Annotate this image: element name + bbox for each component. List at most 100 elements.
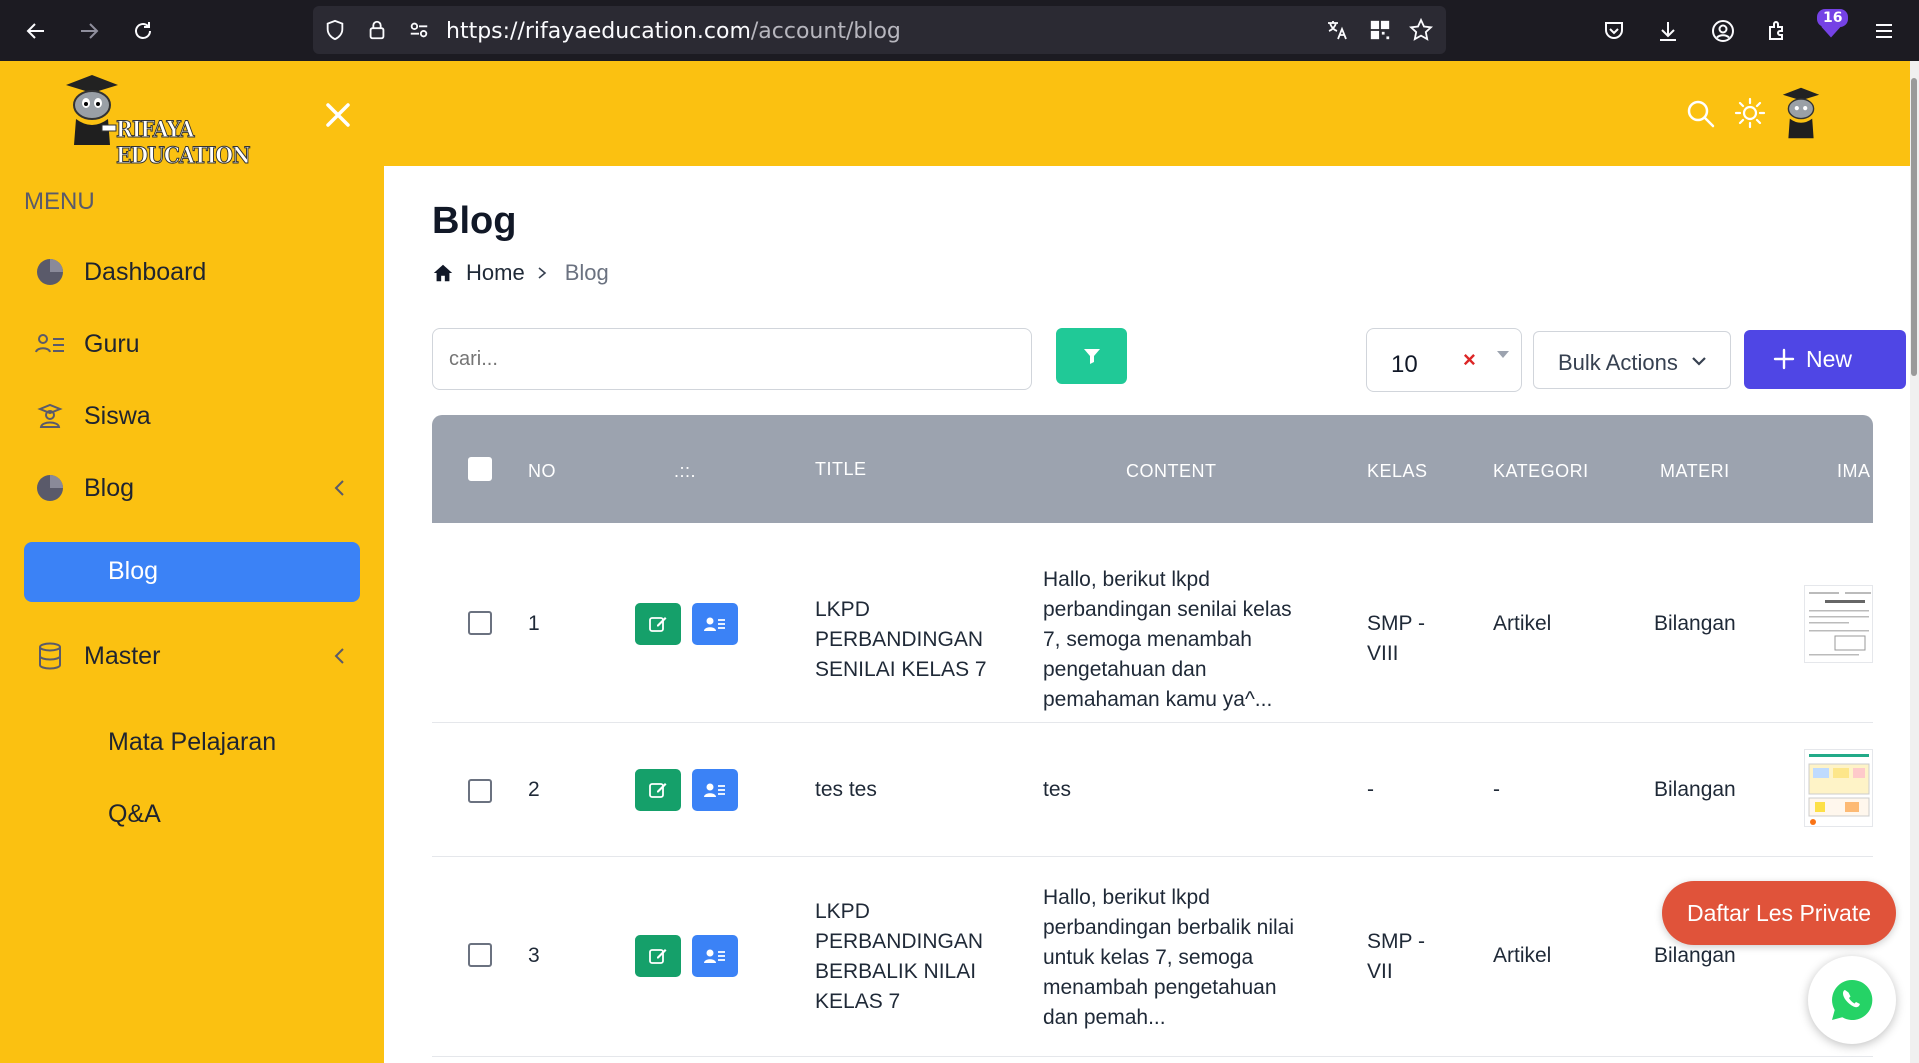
qr-code-icon[interactable] bbox=[1368, 18, 1392, 42]
row-kategori: - bbox=[1493, 778, 1500, 801]
column-header-kategori[interactable]: KATEGORI bbox=[1493, 461, 1589, 482]
users-list-icon bbox=[34, 328, 66, 360]
back-icon[interactable] bbox=[19, 14, 53, 48]
sidebar-item-label: Guru bbox=[84, 329, 140, 358]
page-title: Blog bbox=[432, 200, 517, 242]
sidebar-subitem-blog-active[interactable]: Blog bbox=[24, 542, 360, 602]
extension-badge: 16 bbox=[1817, 9, 1849, 27]
bulk-actions-dropdown[interactable]: Bulk Actions bbox=[1533, 331, 1731, 389]
sidebar-item-siswa[interactable]: Siswa bbox=[0, 386, 384, 446]
sidebar-item-blog[interactable]: Blog bbox=[0, 458, 384, 518]
row-thumbnail-image[interactable] bbox=[1804, 585, 1873, 663]
edit-button[interactable] bbox=[635, 769, 681, 811]
filter-button[interactable] bbox=[1056, 328, 1127, 384]
bulk-actions-label: Bulk Actions bbox=[1558, 350, 1678, 375]
reload-icon[interactable] bbox=[126, 14, 160, 48]
daftar-label: Daftar Les Private bbox=[1686, 899, 1872, 926]
forward-icon[interactable] bbox=[72, 14, 106, 48]
pie-chart-icon bbox=[34, 472, 66, 504]
sidebar-item-label: Master bbox=[84, 641, 161, 670]
download-icon[interactable] bbox=[1651, 14, 1685, 48]
daftar-les-private-button[interactable]: Daftar Les Private bbox=[1662, 881, 1896, 945]
row-thumbnail-image[interactable] bbox=[1804, 749, 1873, 827]
row-no: 2 bbox=[528, 778, 540, 801]
permissions-icon[interactable] bbox=[407, 18, 431, 42]
chevron-right-icon bbox=[538, 267, 546, 279]
shield-icon[interactable] bbox=[323, 18, 347, 42]
close-sidebar-icon[interactable] bbox=[320, 97, 356, 133]
search-input[interactable] bbox=[432, 328, 1032, 390]
theme-toggle-sun-icon[interactable] bbox=[1734, 97, 1766, 129]
hamburger-menu-icon[interactable] bbox=[1867, 14, 1901, 48]
search-icon[interactable] bbox=[1686, 99, 1716, 129]
menu-title: MENU bbox=[24, 188, 95, 215]
column-header-no[interactable]: NO bbox=[528, 461, 556, 482]
per-page-select[interactable]: 10 × bbox=[1366, 328, 1522, 392]
breadcrumb: Home Blog bbox=[432, 258, 609, 288]
url-bar[interactable]: https://rifayaeducation.com/account/blog bbox=[313, 6, 1446, 54]
home-icon bbox=[433, 264, 453, 282]
clear-selection-icon[interactable]: × bbox=[1463, 347, 1476, 373]
extensions-icon[interactable] bbox=[1760, 14, 1794, 48]
column-header-kelas[interactable]: KELAS bbox=[1367, 461, 1428, 482]
url-path: /account/blog bbox=[750, 19, 901, 44]
row-materi: Bilangan bbox=[1654, 944, 1736, 967]
table-row: 3 LKPD PERBANDINGAN BERBALIK NILAI KELAS… bbox=[432, 857, 1873, 1057]
scrollbar-thumb[interactable] bbox=[1911, 78, 1917, 376]
sidebar-item-label: Dashboard bbox=[84, 257, 207, 286]
row-title: LKPD PERBANDINGAN SENILAI KELAS 7 bbox=[815, 598, 987, 681]
whatsapp-button[interactable] bbox=[1808, 956, 1896, 1044]
row-content: Hallo, berikut lkpd perbandingan senilai… bbox=[1043, 568, 1292, 711]
detail-button[interactable] bbox=[692, 935, 738, 977]
new-button-label: New bbox=[1806, 346, 1853, 372]
chevron-left-icon bbox=[334, 480, 344, 496]
student-icon bbox=[34, 400, 66, 432]
row-no: 1 bbox=[528, 612, 540, 635]
user-avatar[interactable] bbox=[1778, 85, 1824, 141]
sidebar-subitem-qa[interactable]: Q&A bbox=[108, 800, 161, 829]
edit-button[interactable] bbox=[635, 935, 681, 977]
sidebar-subitem-mata-pelajaran[interactable]: Mata Pelajaran bbox=[108, 728, 276, 757]
column-header-materi[interactable]: MATERI bbox=[1660, 461, 1730, 482]
sidebar-item-label: Siswa bbox=[84, 401, 151, 430]
table-header: NO .::. TITLE CONTENT KELAS KATEGORI MAT… bbox=[432, 415, 1873, 523]
bookmark-star-icon[interactable] bbox=[1409, 18, 1433, 42]
row-content: tes bbox=[1043, 778, 1072, 801]
row-checkbox[interactable] bbox=[468, 611, 492, 635]
detail-button[interactable] bbox=[692, 603, 738, 645]
sidebar-item-label: Blog bbox=[108, 557, 159, 585]
logo-text: RIFAYA EDUCATION bbox=[116, 117, 252, 170]
row-kelas: - bbox=[1367, 778, 1374, 801]
new-button[interactable]: New bbox=[1744, 330, 1906, 389]
user-detail-icon bbox=[704, 783, 725, 797]
lock-icon[interactable] bbox=[365, 18, 389, 42]
pocket-icon[interactable] bbox=[1597, 14, 1631, 48]
whatsapp-icon bbox=[1832, 979, 1873, 1020]
sidebar-item-dashboard[interactable]: Dashboard bbox=[0, 242, 384, 302]
row-checkbox[interactable] bbox=[468, 779, 492, 803]
detail-button[interactable] bbox=[692, 769, 738, 811]
edit-icon bbox=[649, 783, 667, 798]
row-no: 3 bbox=[528, 944, 540, 967]
edit-button[interactable] bbox=[635, 603, 681, 645]
column-header-content[interactable]: CONTENT bbox=[1126, 461, 1217, 482]
column-header-image[interactable]: IMA bbox=[1837, 461, 1871, 482]
select-all-checkbox[interactable] bbox=[468, 457, 492, 481]
filter-icon bbox=[1083, 349, 1100, 364]
caret-down-icon[interactable] bbox=[1497, 351, 1509, 358]
table-row: 1 LKPD PERBANDINGAN SENILAI KELAS 7 Hall… bbox=[432, 523, 1873, 723]
sidebar-item-master[interactable]: Master bbox=[0, 626, 384, 686]
browser-toolbar: https://rifayaeducation.com/account/blog… bbox=[0, 0, 1919, 61]
translate-icon[interactable] bbox=[1325, 18, 1349, 42]
sidebar-item-guru[interactable]: Guru bbox=[0, 314, 384, 374]
rifaya-logo[interactable]: RIFAYA EDUCATION bbox=[62, 71, 282, 170]
account-icon[interactable] bbox=[1706, 14, 1740, 48]
column-header-title[interactable]: TITLE bbox=[815, 459, 867, 480]
url-text[interactable]: https://rifayaeducation.com/account/blog bbox=[446, 19, 901, 44]
row-kelas: SMP - VIII bbox=[1367, 612, 1425, 665]
row-checkbox[interactable] bbox=[468, 943, 492, 967]
breadcrumb-home-link[interactable]: Home bbox=[466, 260, 525, 286]
row-title: tes tes bbox=[815, 778, 877, 801]
user-detail-icon bbox=[704, 949, 725, 963]
column-header-actions: .::. bbox=[674, 461, 697, 481]
